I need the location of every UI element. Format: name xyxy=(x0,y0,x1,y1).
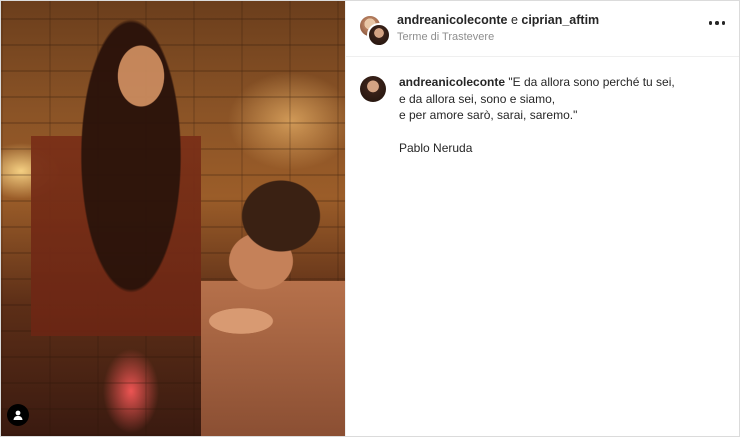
username-link[interactable]: andreanicoleconte xyxy=(397,13,507,27)
caption: andreanicoleconte "E da allora sono perc… xyxy=(346,57,739,157)
caption-signature: Pablo Neruda xyxy=(399,141,473,155)
more-options-icon[interactable] xyxy=(708,21,725,25)
location-link[interactable]: Terme di Trastevere xyxy=(397,29,599,45)
user-tag-icon[interactable] xyxy=(7,404,29,426)
caption-body: andreanicoleconte "E da allora sono perc… xyxy=(399,74,675,157)
caption-username[interactable]: andreanicoleconte xyxy=(399,75,505,89)
caption-text: "E da allora sono perché tu sei, xyxy=(508,75,675,89)
photo-subject-woman xyxy=(31,6,201,436)
joiner-text: e xyxy=(510,13,518,27)
post-header: andreanicoleconte e ciprian_aftim Terme … xyxy=(346,1,739,57)
dot xyxy=(715,21,719,25)
dot xyxy=(708,21,712,25)
collab-avatars[interactable] xyxy=(358,13,391,47)
person-icon xyxy=(13,410,23,420)
dot xyxy=(721,21,725,25)
author-names: andreanicoleconte e ciprian_aftim xyxy=(397,12,599,28)
photo-detail-hand xyxy=(196,301,286,341)
avatar[interactable] xyxy=(367,22,391,47)
username-link[interactable]: ciprian_aftim xyxy=(521,13,599,27)
post-card: andreanicoleconte e ciprian_aftim Terme … xyxy=(0,0,740,437)
post-photo[interactable] xyxy=(1,1,345,436)
header-text: andreanicoleconte e ciprian_aftim Terme … xyxy=(397,12,599,45)
caption-line: e da allora sei, sono e siamo, xyxy=(399,91,556,106)
caption-line: andreanicoleconte "E da allora sono perc… xyxy=(399,74,675,91)
avatar[interactable] xyxy=(360,76,386,102)
post-sidebar: andreanicoleconte e ciprian_aftim Terme … xyxy=(345,1,739,436)
caption-line: e per amore sarò, sarai, saremo." xyxy=(399,108,578,122)
